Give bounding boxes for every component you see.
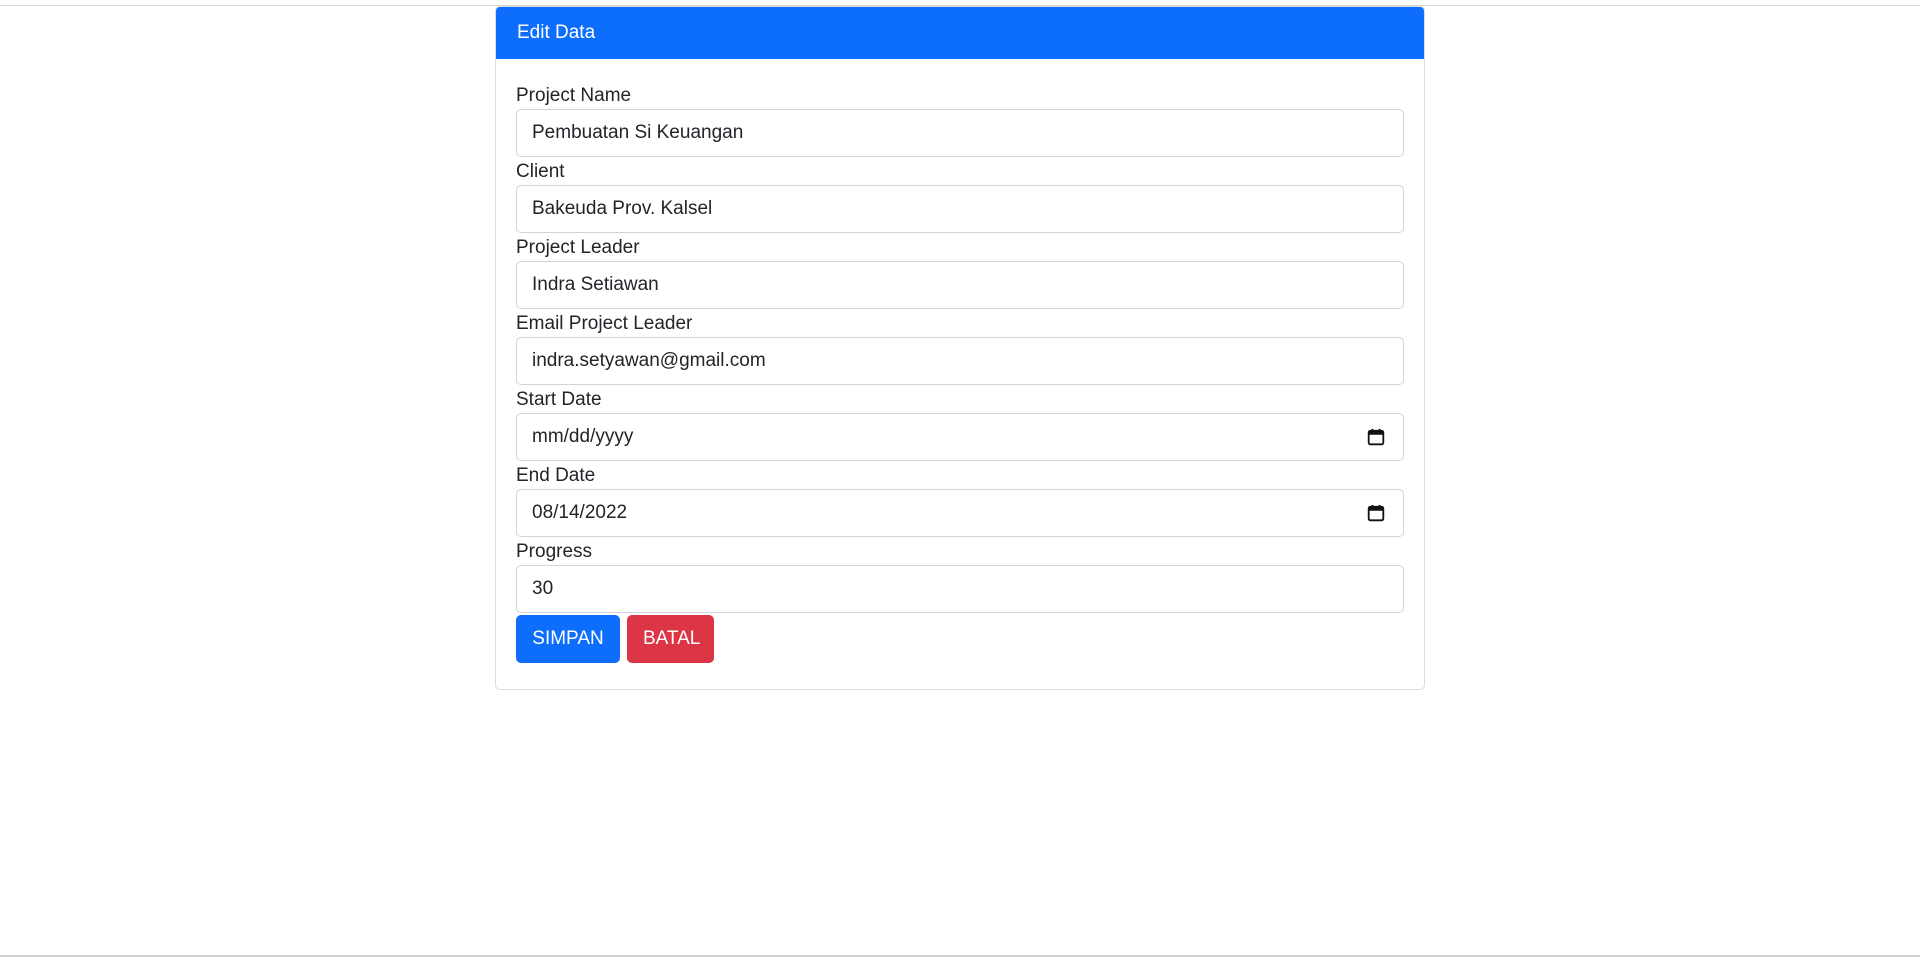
- progress-group: Progress 30: [516, 539, 1404, 613]
- project-leader-label: Project Leader: [516, 237, 640, 258]
- start-date-label: Start Date: [516, 389, 602, 410]
- calendar-icon[interactable]: [1367, 428, 1385, 446]
- email-project-leader-input[interactable]: indra.setyawan@gmail.com: [516, 337, 1404, 385]
- client-group: Client Bakeuda Prov. Kalsel: [516, 159, 1404, 233]
- end-date-group: End Date 08/14/2022: [516, 463, 1404, 537]
- start-date-input[interactable]: mm/dd/yyyy: [516, 413, 1404, 461]
- client-label: Client: [516, 161, 565, 182]
- cancel-button[interactable]: BATAL: [627, 615, 714, 663]
- email-project-leader-group: Email Project Leader indra.setyawan@gmai…: [516, 311, 1404, 385]
- edit-data-card: Edit Data Project Name Pembuatan Si Keua…: [495, 6, 1425, 690]
- email-project-leader-label: Email Project Leader: [516, 313, 693, 334]
- project-name-input[interactable]: Pembuatan Si Keuangan: [516, 109, 1404, 157]
- calendar-icon[interactable]: [1367, 504, 1385, 522]
- project-name-group: Project Name Pembuatan Si Keuangan: [516, 83, 1404, 157]
- progress-label: Progress: [516, 541, 593, 562]
- save-button[interactable]: SIMPAN: [516, 615, 620, 663]
- card-header-title: Edit Data: [496, 7, 1424, 59]
- form-actions: SIMPAN BATAL: [516, 615, 1404, 663]
- end-date-label: End Date: [516, 465, 596, 486]
- project-name-label: Project Name: [516, 85, 632, 106]
- progress-input[interactable]: 30: [516, 565, 1404, 613]
- client-input[interactable]: Bakeuda Prov. Kalsel: [516, 185, 1404, 233]
- end-date-value: 08/14/2022: [532, 502, 628, 523]
- project-leader-group: Project Leader Indra Setiawan: [516, 235, 1404, 309]
- start-date-group: Start Date mm/dd/yyyy: [516, 387, 1404, 461]
- end-date-input[interactable]: 08/14/2022: [516, 489, 1404, 537]
- project-leader-input[interactable]: Indra Setiawan: [516, 261, 1404, 309]
- edit-form: Project Name Pembuatan Si Keuangan Clien…: [496, 59, 1424, 663]
- start-date-value: mm/dd/yyyy: [532, 426, 634, 447]
